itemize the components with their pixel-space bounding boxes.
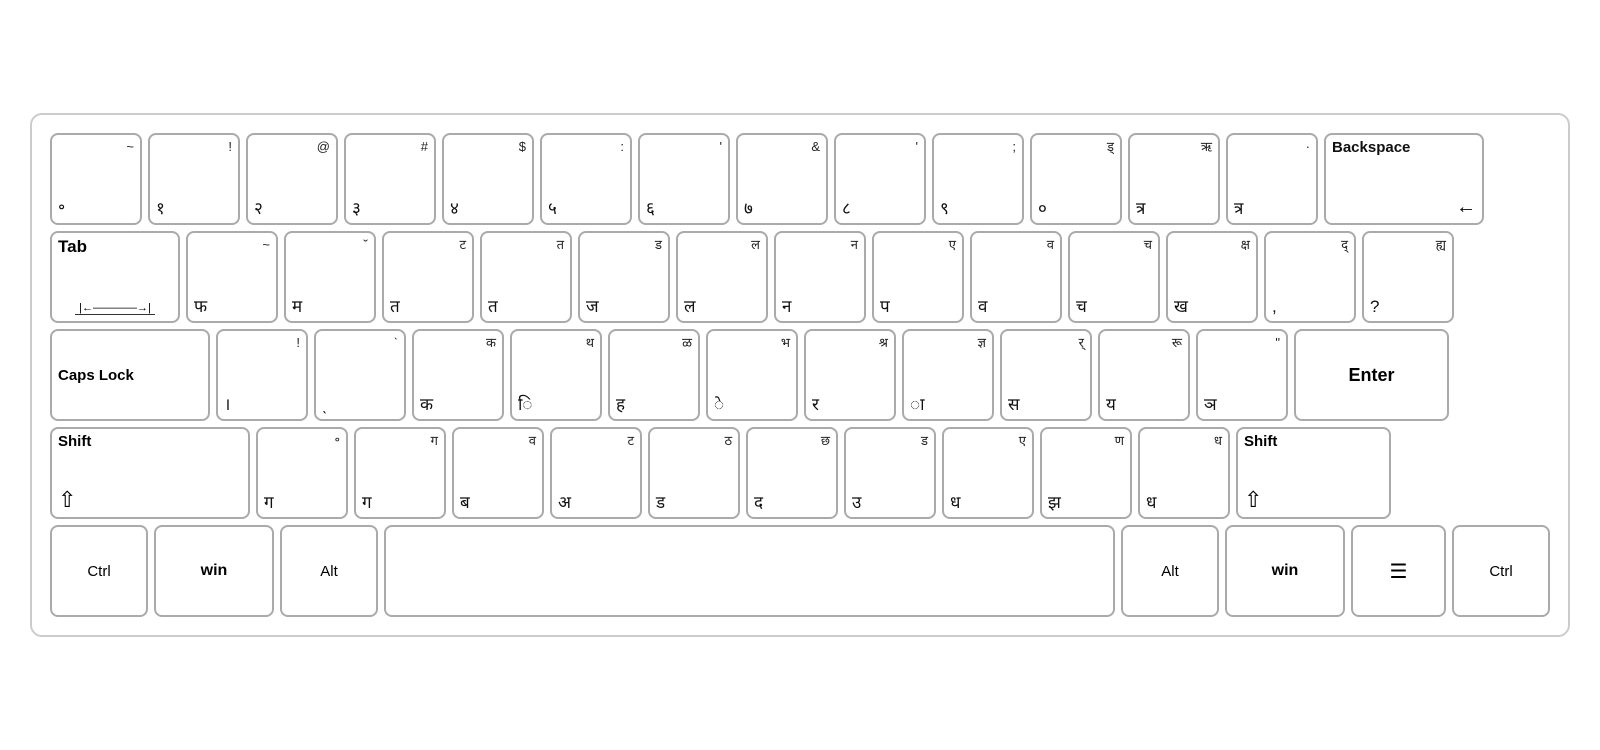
key-1[interactable]: ! १ (148, 133, 240, 225)
keyboard: ~ ॰ ! १ @ २ # ३ $ ४ : ५ ' ६ & ७ (30, 113, 1570, 637)
key-3[interactable]: # ३ (344, 133, 436, 225)
key-j[interactable]: श्र र (804, 329, 896, 421)
key-5[interactable]: : ५ (540, 133, 632, 225)
key-o[interactable]: व व (970, 231, 1062, 323)
key-m[interactable]: ड उ (844, 427, 936, 519)
key-v[interactable]: ट अ (550, 427, 642, 519)
key-minus[interactable]: ऋ त्र (1128, 133, 1220, 225)
key-equals[interactable]: · त्र (1226, 133, 1318, 225)
key-t[interactable]: ड ज (578, 231, 670, 323)
key-menu[interactable]: ☰ (1351, 525, 1446, 617)
key-x[interactable]: ग ग (354, 427, 446, 519)
key-enter[interactable]: Enter (1294, 329, 1449, 421)
key-capslock[interactable]: Caps Lock (50, 329, 210, 421)
key-backslash[interactable]: ह्य ? (1362, 231, 1454, 323)
key-comma[interactable]: ए ध (942, 427, 1034, 519)
key-i[interactable]: ए प (872, 231, 964, 323)
key-n[interactable]: छ द (746, 427, 838, 519)
key-backspace[interactable]: Backspace ← (1324, 133, 1484, 225)
key-win-right[interactable]: win (1225, 525, 1345, 617)
key-w[interactable]: ˘ म (284, 231, 376, 323)
key-r[interactable]: त त (480, 231, 572, 323)
key-alt-right[interactable]: Alt (1121, 525, 1219, 617)
key-bracket-left[interactable]: क्ष ख (1166, 231, 1258, 323)
key-win-left[interactable]: win (154, 525, 274, 617)
key-b[interactable]: ठ ड (648, 427, 740, 519)
key-d[interactable]: क क (412, 329, 504, 421)
key-8[interactable]: ' ८ (834, 133, 926, 225)
key-slash[interactable]: ध ध (1138, 427, 1230, 519)
keyboard-row-2: Tab |←————→| ~ फ ˘ म ट त त त ड ज ल ल (50, 231, 1550, 323)
key-y[interactable]: ल ल (676, 231, 768, 323)
key-ctrl-right[interactable]: Ctrl (1452, 525, 1550, 617)
key-f[interactable]: थ ि (510, 329, 602, 421)
key-0[interactable]: ड् ० (1030, 133, 1122, 225)
key-bracket-right[interactable]: द् , (1264, 231, 1356, 323)
key-7[interactable]: & ७ (736, 133, 828, 225)
key-semicolon[interactable]: रू य (1098, 329, 1190, 421)
key-tab[interactable]: Tab |←————→| (50, 231, 180, 323)
key-shift-right[interactable]: Shift ⇧ (1236, 427, 1391, 519)
key-space[interactable] (384, 525, 1115, 617)
key-s[interactable]: ˋ ˎ (314, 329, 406, 421)
keyboard-row-5: Ctrl win Alt Alt win ☰ Ctrl (50, 525, 1550, 617)
key-k[interactable]: ज्ञ ा (902, 329, 994, 421)
key-quote[interactable]: " ञ (1196, 329, 1288, 421)
key-2[interactable]: @ २ (246, 133, 338, 225)
key-period[interactable]: ण झ (1040, 427, 1132, 519)
key-a[interactable]: ! । (216, 329, 308, 421)
key-c[interactable]: व ब (452, 427, 544, 519)
key-9[interactable]: ; ९ (932, 133, 1024, 225)
keyboard-row-4: Shift ⇧ ॰ ग ग ग व ब ट अ ठ ड छ द ड उ (50, 427, 1550, 519)
key-l[interactable]: र् स (1000, 329, 1092, 421)
key-h[interactable]: भ े (706, 329, 798, 421)
key-z[interactable]: ॰ ग (256, 427, 348, 519)
key-p[interactable]: च च (1068, 231, 1160, 323)
key-q[interactable]: ~ फ (186, 231, 278, 323)
key-ctrl-left[interactable]: Ctrl (50, 525, 148, 617)
key-e[interactable]: ट त (382, 231, 474, 323)
keyboard-row-3: Caps Lock ! । ˋ ˎ क क थ ि ळ ह भ े श्र र (50, 329, 1550, 421)
key-alt-left[interactable]: Alt (280, 525, 378, 617)
key-shift-left[interactable]: Shift ⇧ (50, 427, 250, 519)
key-g[interactable]: ळ ह (608, 329, 700, 421)
key-4[interactable]: $ ४ (442, 133, 534, 225)
key-tilde[interactable]: ~ ॰ (50, 133, 142, 225)
keyboard-row-1: ~ ॰ ! १ @ २ # ३ $ ४ : ५ ' ६ & ७ (50, 133, 1550, 225)
key-u[interactable]: न न (774, 231, 866, 323)
key-6[interactable]: ' ६ (638, 133, 730, 225)
